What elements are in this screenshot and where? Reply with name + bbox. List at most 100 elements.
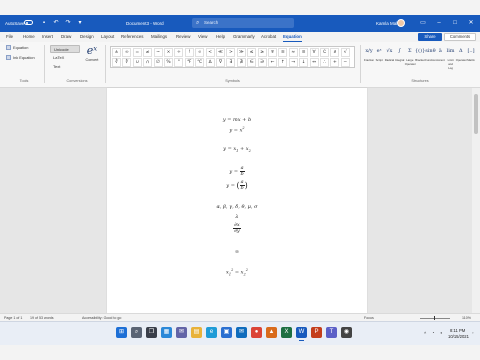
close-icon[interactable]: ✕ <box>466 18 476 28</box>
vertical-scrollbar[interactable] <box>472 88 480 313</box>
symbol-button[interactable]: ∅ <box>153 58 163 67</box>
word-count[interactable]: 19 of 53 words <box>30 316 54 320</box>
symbol-button[interactable]: ° <box>174 58 184 67</box>
word-icon[interactable]: W <box>296 327 307 341</box>
teams-icon[interactable]: T <box>326 327 337 338</box>
symbol-button[interactable]: ∂ <box>330 48 340 57</box>
structure-button-accent[interactable]: ä Accent <box>435 44 445 62</box>
symbol-button[interactable]: ℉ <box>184 58 194 67</box>
structure-button-script[interactable]: eˣ Script <box>374 44 384 62</box>
equation-line[interactable]: y = (a b) <box>107 180 367 191</box>
symbol-button[interactable]: ∀ <box>309 48 319 57</box>
explorer-icon[interactable]: ▤ <box>191 327 202 338</box>
structure-button-matrix[interactable]: [..] Matrix <box>466 44 476 62</box>
symbol-button[interactable]: ≥ <box>257 48 267 57</box>
wifi-icon[interactable]: ◔ <box>432 330 434 335</box>
structure-button-bracket[interactable]: {()} Bracket <box>415 44 425 62</box>
symbol-button[interactable]: → <box>288 58 298 67</box>
symbol-button[interactable]: ∩ <box>143 58 153 67</box>
redo-icon[interactable]: ↷ <box>64 19 72 27</box>
structure-button-integral[interactable]: ∫ Integral <box>395 44 405 62</box>
symbol-button[interactable]: ≠ <box>143 48 153 57</box>
ribbon-display-icon[interactable]: ▭ <box>418 18 428 28</box>
symbol-button[interactable]: ± <box>112 48 121 57</box>
structure-button-radical[interactable]: √x Radical <box>384 44 394 62</box>
text-option[interactable]: Text <box>50 63 80 71</box>
equation-line[interactable]: λ <box>107 214 367 220</box>
symbol-button[interactable]: ∃ <box>226 58 236 67</box>
tab-home[interactable]: Home <box>23 34 35 39</box>
symbol-button[interactable]: ↔ <box>309 58 319 67</box>
edge-icon[interactable]: e <box>206 327 217 338</box>
mail-icon[interactable]: ✉ <box>236 327 247 338</box>
equation-line[interactable]: x12 = x22 <box>107 268 367 277</box>
symbol-button[interactable]: ≡ <box>299 48 309 57</box>
symbol-button[interactable]: ≪ <box>216 48 225 57</box>
share-button[interactable]: Share <box>418 33 442 41</box>
avatar[interactable] <box>397 19 405 27</box>
symbol-button[interactable]: ≤ <box>247 48 257 57</box>
document-page[interactable]: y = mx + b y = x2 y = x1 + x2 y = ab y =… <box>107 88 367 316</box>
structure-button-function[interactable]: sinθ Function <box>425 44 436 62</box>
unicode-option[interactable]: Unicode <box>50 45 80 53</box>
symbol-button[interactable]: ↓ <box>299 58 309 67</box>
excel-icon[interactable]: X <box>281 327 292 338</box>
zoom-slider[interactable] <box>420 318 450 319</box>
symbol-button[interactable]: − <box>340 58 350 67</box>
focus-button[interactable]: Focus <box>364 316 374 320</box>
tab-draw[interactable]: Draw <box>61 34 71 39</box>
tab-review[interactable]: Review <box>176 34 190 39</box>
symbol-button[interactable]: ∄ <box>236 58 246 67</box>
comments-button[interactable]: Comments <box>444 33 476 41</box>
symbol-button[interactable]: ∓ <box>268 48 277 57</box>
zoom-level[interactable]: 110% <box>462 316 471 320</box>
symbol-button[interactable]: ∁ <box>320 48 329 57</box>
camera-icon[interactable]: ◉ <box>341 327 352 338</box>
chat-icon[interactable]: ✉ <box>176 327 187 338</box>
symbol-button[interactable]: ÷ <box>174 48 184 57</box>
autosave-toggle[interactable] <box>24 20 33 25</box>
customize-icon[interactable]: ▾ <box>76 19 84 27</box>
tab-mailings[interactable]: Mailings <box>151 34 167 39</box>
symbol-button[interactable]: ↑ <box>278 58 288 67</box>
symbol-button[interactable]: % <box>164 58 173 67</box>
tab-grammarly[interactable]: Grammarly <box>233 34 255 39</box>
page-count[interactable]: Page 1 of 1 <box>4 316 22 320</box>
notifications-icon[interactable]: ▫ <box>472 330 473 335</box>
latex-option[interactable]: LaTeX <box>50 54 80 62</box>
tab-references[interactable]: References <box>121 34 143 39</box>
symbol-button[interactable]: ! <box>184 48 194 57</box>
equation-line[interactable]: ∞ <box>107 249 367 255</box>
chrome-icon[interactable]: ● <box>251 327 262 338</box>
search-icon[interactable]: ⌕ <box>131 327 142 338</box>
tab-design[interactable]: Design <box>80 34 94 39</box>
symbol-button[interactable]: √ <box>340 48 350 57</box>
symbol-button[interactable]: = <box>132 48 142 57</box>
tab-view[interactable]: View <box>198 34 207 39</box>
equation-line[interactable]: y = x1 + x2 <box>107 146 367 153</box>
symbol-button[interactable]: ∞ <box>122 48 132 57</box>
tab-insert[interactable]: Insert <box>42 34 53 39</box>
widgets-icon[interactable]: ▦ <box>161 327 172 338</box>
clock-time[interactable]: 8:11 PM <box>450 328 465 333</box>
symbol-button[interactable]: ∴ <box>320 58 329 67</box>
accessibility-status[interactable]: Accessibility: Good to go <box>82 316 121 320</box>
symbol-button[interactable]: + <box>330 58 340 67</box>
symbol-button[interactable]: ← <box>268 58 277 67</box>
tab-file[interactable]: File <box>6 34 13 39</box>
powerpoint-icon[interactable]: P <box>311 327 322 338</box>
undo-icon[interactable]: ↶ <box>52 19 60 27</box>
tab-equation[interactable]: Equation <box>283 34 302 42</box>
symbol-button[interactable]: ≈ <box>288 48 298 57</box>
structure-button-fraction[interactable]: x/y Fraction <box>364 44 374 62</box>
tab-acrobat[interactable]: Acrobat <box>261 34 276 39</box>
symbol-button[interactable]: ∆ <box>205 58 215 67</box>
symbol-button[interactable]: ~ <box>153 48 163 57</box>
symbol-button[interactable]: ∪ <box>132 58 142 67</box>
symbol-button[interactable]: < <box>205 48 215 57</box>
equation-line[interactable]: y = x2 <box>107 126 367 134</box>
symbol-button[interactable]: ∛ <box>112 58 121 67</box>
clock-date[interactable]: 10/15/2021 <box>448 334 469 339</box>
tab-help[interactable]: Help <box>216 34 225 39</box>
zoom-slider-knob[interactable] <box>434 316 435 320</box>
